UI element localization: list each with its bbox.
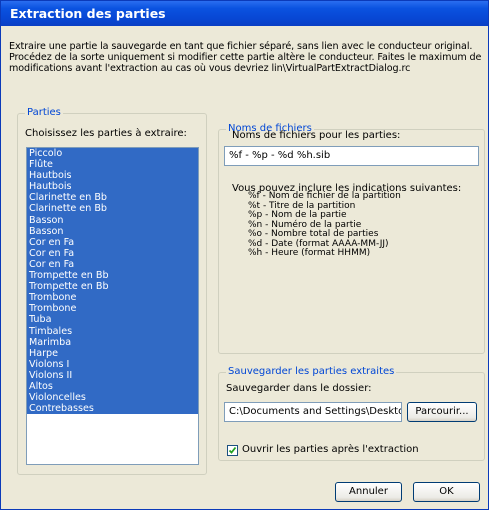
parts-list-item[interactable]: Violons I — [27, 358, 198, 370]
parts-list-item[interactable]: Hautbois — [27, 170, 198, 182]
parts-list-item[interactable]: Cor en Fa — [27, 236, 198, 248]
parts-list-item[interactable]: Cor en Fa — [27, 247, 198, 259]
filenames-group: Noms de fichiers Noms de fichiers pour l… — [218, 123, 485, 354]
ok-button[interactable]: OK — [413, 482, 480, 502]
parts-listbox[interactable]: Piccolo Flûte Hautbois Hautbois Clarinette e… — [26, 147, 199, 465]
parts-list-item[interactable]: Violoncelles — [27, 392, 198, 404]
parts-list-item[interactable]: Basson — [27, 225, 198, 237]
parts-list-item[interactable]: Clarinette en Bb — [27, 203, 198, 215]
parts-list-item[interactable]: Violons II — [27, 369, 198, 381]
parts-list-item[interactable]: Trombone — [27, 303, 198, 315]
open-after-checkbox[interactable] — [227, 445, 238, 456]
folder-label: Sauvegarder dans le dossier: — [226, 383, 372, 394]
parts-label: Choisissez les parties à extraire: — [25, 128, 187, 139]
parts-list-item[interactable]: Tuba — [27, 314, 198, 326]
save-group-title: Sauvegarder les parties extraites — [226, 366, 397, 378]
parts-list-item[interactable]: Timbales — [27, 325, 198, 337]
parts-group-title: Parties — [25, 107, 63, 119]
parts-list-item[interactable]: Altos — [27, 380, 198, 393]
parts-list-item[interactable]: Flûte — [27, 159, 198, 171]
parts-list-item[interactable]: Trombone — [27, 292, 198, 304]
intro-text: Extraire une partie la sauvegarde en tan… — [9, 41, 482, 75]
parts-list-item[interactable]: Harpe — [27, 347, 198, 359]
checkmark-icon — [228, 446, 237, 454]
hints-list: %f - Nom de fichier de la partition %t - … — [248, 191, 401, 259]
parts-list-item[interactable]: Hautbois — [27, 181, 198, 193]
filename-pattern-input[interactable]: %f - %p - %d %h.sib — [224, 146, 479, 166]
filenames-label: Noms de fichiers pour les parties: — [232, 130, 401, 141]
open-after-label: Ouvrir les parties après l'extraction — [242, 444, 419, 455]
cancel-button[interactable]: Annuler — [335, 482, 402, 502]
parts-list-item[interactable]: Piccolo — [27, 148, 198, 160]
parts-list-item[interactable]: Cor en Fa — [27, 258, 198, 271]
browse-button[interactable]: Parcourir... — [407, 402, 477, 422]
parts-list-item[interactable]: Basson — [27, 214, 198, 226]
parts-list-item[interactable]: Trompette en Bb — [27, 281, 198, 293]
parts-group: Parties Choisissez les parties à extrair… — [17, 107, 207, 475]
parts-list-item[interactable]: Clarinette en Bb — [27, 192, 198, 204]
parts-list-item[interactable]: Marimba — [27, 336, 198, 348]
parts-list-item[interactable]: Contrebasses — [27, 403, 198, 415]
folder-path-input[interactable]: C:\Documents and Settings\Desktop\ — [224, 402, 402, 422]
window-title: Extraction des parties — [10, 6, 166, 21]
title-bar[interactable]: Extraction des parties — [1, 1, 488, 26]
parts-list-item[interactable]: Trompette en Bb — [27, 270, 198, 282]
hint-item: %h - Heure (format HHMM) — [248, 248, 371, 258]
extract-parts-dialog: Extraction des parties Extraire une part… — [0, 0, 489, 510]
save-group: Sauvegarder les parties extraites Sauveg… — [218, 366, 485, 461]
